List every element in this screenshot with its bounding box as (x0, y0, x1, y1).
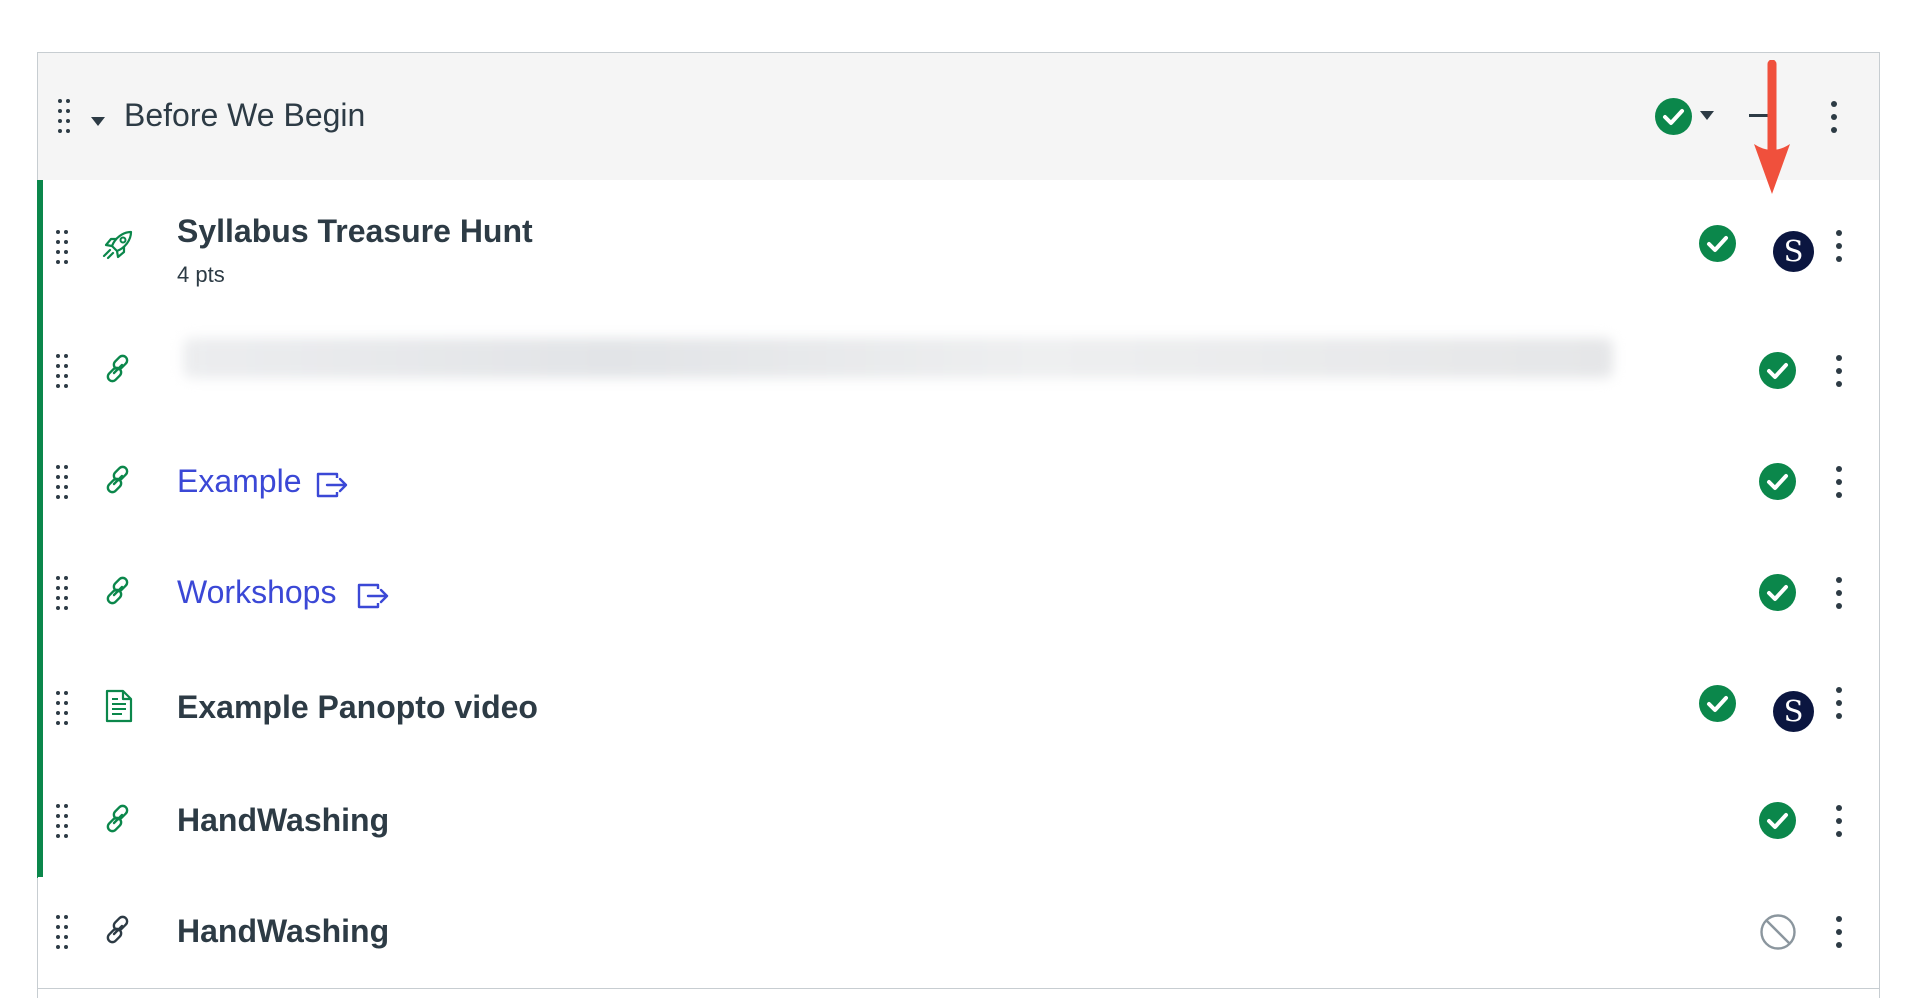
avatar[interactable]: S (1773, 691, 1814, 732)
item-options-kebab-icon[interactable] (1836, 230, 1842, 262)
item-options-kebab-icon[interactable] (1836, 466, 1842, 498)
published-icon[interactable] (1699, 685, 1736, 722)
module-item-row[interactable]: HandWashing (37, 766, 1879, 878)
unpublished-icon[interactable] (1759, 913, 1797, 951)
external-link-icon[interactable] (356, 582, 390, 610)
avatar[interactable]: S (1773, 231, 1814, 272)
module-published-icon[interactable] (1655, 98, 1692, 135)
link-icon (106, 576, 129, 605)
item-options-kebab-icon[interactable] (1836, 916, 1842, 948)
publish-menu-caret-icon[interactable] (1700, 111, 1714, 120)
module-item-row[interactable] (37, 316, 1879, 428)
item-title[interactable]: Example Panopto video (177, 689, 538, 726)
module-options-kebab-icon[interactable] (1831, 101, 1837, 133)
module-item-row[interactable]: HandWashing (38, 877, 1879, 989)
module-item-row[interactable]: Example Panopto video S (37, 649, 1879, 767)
module-title: Before We Begin (124, 97, 366, 133)
item-points: 4 pts (177, 262, 225, 287)
drag-handle-icon[interactable] (56, 691, 68, 725)
module-header[interactable]: Before We Begin (38, 53, 1879, 181)
link-icon (106, 465, 129, 494)
document-icon (105, 689, 133, 723)
item-title[interactable]: HandWashing (177, 913, 389, 950)
drag-handle-icon[interactable] (56, 804, 68, 838)
item-options-kebab-icon[interactable] (1836, 355, 1842, 387)
drag-handle-icon[interactable] (56, 354, 68, 388)
published-icon[interactable] (1759, 802, 1796, 839)
drag-handle-icon[interactable] (58, 99, 70, 133)
published-icon[interactable] (1759, 463, 1796, 500)
module-item-row[interactable]: Syllabus Treasure Hunt 4 pts S (37, 180, 1879, 317)
drag-handle-icon[interactable] (56, 915, 68, 949)
item-title-link[interactable]: Example (177, 463, 302, 500)
link-icon (106, 804, 129, 833)
published-icon[interactable] (1759, 352, 1796, 389)
drag-handle-icon[interactable] (56, 465, 68, 499)
item-title[interactable]: Syllabus Treasure Hunt (177, 213, 533, 250)
module-item-row[interactable]: Workshops (37, 538, 1879, 650)
item-title-link[interactable]: Workshops (177, 574, 336, 611)
item-options-kebab-icon[interactable] (1836, 805, 1842, 837)
published-icon[interactable] (1699, 225, 1736, 262)
drag-handle-icon[interactable] (56, 230, 68, 264)
blurred-item-title[interactable] (183, 338, 1613, 378)
collapse-caret-icon[interactable] (91, 117, 105, 126)
item-options-kebab-icon[interactable] (1836, 577, 1842, 609)
item-title[interactable]: HandWashing (177, 802, 389, 839)
drag-handle-icon[interactable] (56, 576, 68, 610)
annotation-arrow-icon (1754, 60, 1790, 194)
module-item-row[interactable]: Example (37, 427, 1879, 539)
link-icon (106, 915, 129, 944)
link-icon (106, 354, 129, 383)
module-container: Before We Begin Syllabus Treasure Hunt 4… (37, 52, 1880, 998)
published-icon[interactable] (1759, 574, 1796, 611)
rocket-icon (102, 230, 133, 260)
external-link-icon[interactable] (315, 471, 349, 499)
item-options-kebab-icon[interactable] (1836, 687, 1842, 719)
